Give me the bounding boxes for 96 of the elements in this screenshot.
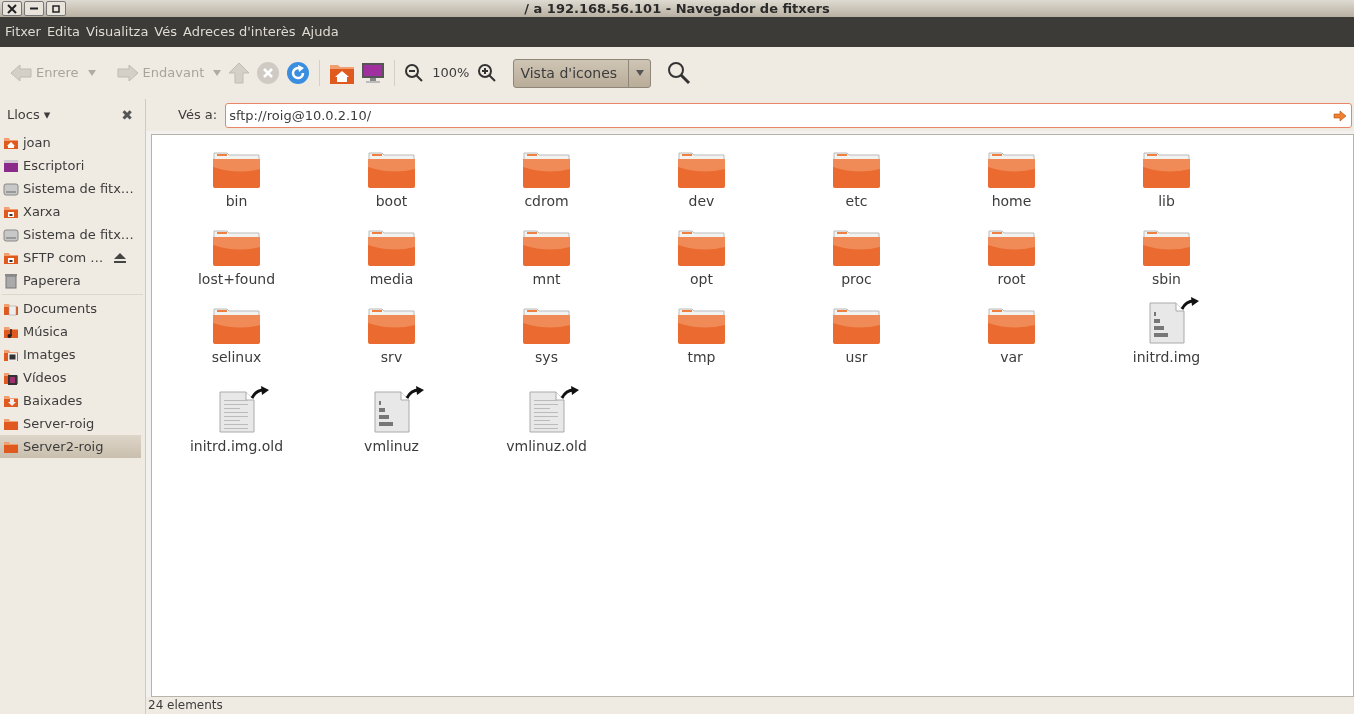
file-name[interactable]: root: [997, 269, 1026, 290]
monitor-icon[interactable]: [361, 61, 386, 85]
file-name[interactable]: selinux: [211, 347, 262, 368]
zoom-in-icon[interactable]: [477, 63, 498, 83]
folder-icon: [368, 229, 415, 267]
sidebar-item[interactable]: Documents: [0, 297, 141, 320]
folder-icon: [988, 151, 1035, 189]
file-name[interactable]: boot: [375, 191, 408, 212]
sidebar-item[interactable]: Paperera: [0, 269, 141, 292]
view-dropdown[interactable]: Vista d'icones: [513, 58, 652, 88]
search-icon[interactable]: [667, 61, 692, 85]
close-button[interactable]: [2, 1, 22, 16]
folder-icon: [678, 307, 725, 345]
folder-icon: [833, 151, 880, 189]
folder-icon: [833, 229, 880, 267]
trash-icon: [3, 272, 19, 289]
file-name[interactable]: lib: [1158, 191, 1175, 212]
file-name[interactable]: home: [991, 191, 1032, 212]
binary-file-icon: [374, 391, 409, 433]
file-name[interactable]: var: [1000, 347, 1023, 368]
drive-icon: [3, 226, 19, 243]
folder-icon: [213, 307, 260, 345]
location-label: Vés a:: [178, 106, 218, 125]
sidebar-item[interactable]: Xarxa: [0, 200, 141, 223]
arrow-icon: [10, 63, 32, 83]
menu-item[interactable]: Ajuda: [298, 22, 342, 42]
sidebar-item[interactable]: Sistema de fitx…: [0, 223, 141, 246]
minimize-icon: [30, 7, 38, 10]
file-name[interactable]: initrd.img.old: [189, 436, 284, 457]
sidebar-item[interactable]: Baixades: [0, 389, 141, 412]
reload-icon[interactable]: [286, 61, 311, 85]
go-arrow-icon[interactable]: [1333, 109, 1347, 122]
drive-icon: [3, 180, 19, 197]
desktop-icon: [3, 157, 19, 174]
sidebar-item[interactable]: Música: [0, 320, 141, 343]
file-name[interactable]: proc: [841, 269, 872, 290]
arrow-icon: [116, 63, 139, 83]
file-name[interactable]: etc: [845, 191, 868, 212]
sidebar-item[interactable]: Server-roig: [0, 412, 141, 435]
menu-item[interactable]: Fitxer: [2, 22, 44, 42]
window-title: / a 192.168.56.101 - Navegador de fitxers: [524, 0, 830, 18]
places-dropdown[interactable]: Llocs ▾: [7, 105, 51, 125]
folder-icon: [523, 307, 570, 345]
folder-icon: [523, 151, 570, 189]
folder-icon: [988, 307, 1035, 345]
binary-file-icon: [1149, 302, 1184, 344]
file-name[interactable]: opt: [690, 269, 713, 290]
file-name[interactable]: lost+found: [197, 269, 276, 290]
zoom-level: 100%: [431, 64, 471, 83]
text-file-icon: [219, 391, 254, 433]
sidebar-item[interactable]: Imatges: [0, 343, 141, 366]
sidebar-item[interactable]: SFTP com …: [0, 246, 141, 269]
zoom-out-icon[interactable]: [404, 63, 425, 83]
maximize-button[interactable]: [46, 1, 66, 16]
text-file-icon: [529, 391, 564, 433]
eject-icon[interactable]: [113, 251, 127, 264]
minimize-button[interactable]: [24, 1, 44, 16]
file-name[interactable]: srv: [380, 347, 403, 368]
file-name[interactable]: initrd.img: [1132, 347, 1201, 368]
file-name[interactable]: sbin: [1152, 269, 1181, 290]
file-name[interactable]: vmlinuz.old: [506, 436, 587, 457]
file-name[interactable]: sys: [535, 347, 558, 368]
folder-icon: [678, 151, 725, 189]
menu-item[interactable]: Edita: [43, 22, 84, 42]
maximize-icon: [52, 4, 60, 13]
file-name[interactable]: usr: [845, 347, 868, 368]
close-icon: [7, 3, 17, 14]
file-name[interactable]: vmlinuz: [364, 436, 419, 457]
file-name[interactable]: bin: [225, 191, 248, 212]
folder-icon: [368, 307, 415, 345]
location-field[interactable]: sftp://roig@10.0.2.10/: [225, 102, 1352, 128]
menu-item[interactable]: Visualitza: [83, 22, 152, 42]
sidebar-item[interactable]: joan: [0, 131, 141, 154]
file-name[interactable]: tmp: [687, 347, 716, 368]
folder-icon: [1143, 229, 1190, 267]
menu-item[interactable]: Vés: [151, 22, 180, 42]
folder-icon: [523, 229, 570, 267]
sidebar-item[interactable]: Vídeos: [0, 366, 141, 389]
dropdown-arrow-icon: [634, 69, 645, 77]
file-name[interactable]: mnt: [532, 269, 561, 290]
close-button[interactable]: ✖: [121, 104, 133, 126]
sidebar-item[interactable]: Sistema de fitx…: [0, 177, 141, 200]
file-name[interactable]: dev: [688, 191, 715, 212]
folder-icon: [213, 151, 260, 189]
menu-item[interactable]: Adreces d'interès: [180, 22, 299, 42]
folder-icon: [1143, 151, 1190, 189]
file-name[interactable]: media: [369, 269, 414, 290]
sidebar-item[interactable]: Escriptori: [0, 154, 141, 177]
folder-icon: [368, 151, 415, 189]
folder-icon: [678, 229, 725, 267]
sidebar-item[interactable]: Server2-roig: [0, 435, 141, 458]
file-name[interactable]: cdrom: [524, 191, 569, 212]
folder-icon: [213, 229, 260, 267]
status-text: 24 elements: [146, 697, 1354, 714]
folder-icon: [833, 307, 880, 345]
folder-icon: [988, 229, 1035, 267]
